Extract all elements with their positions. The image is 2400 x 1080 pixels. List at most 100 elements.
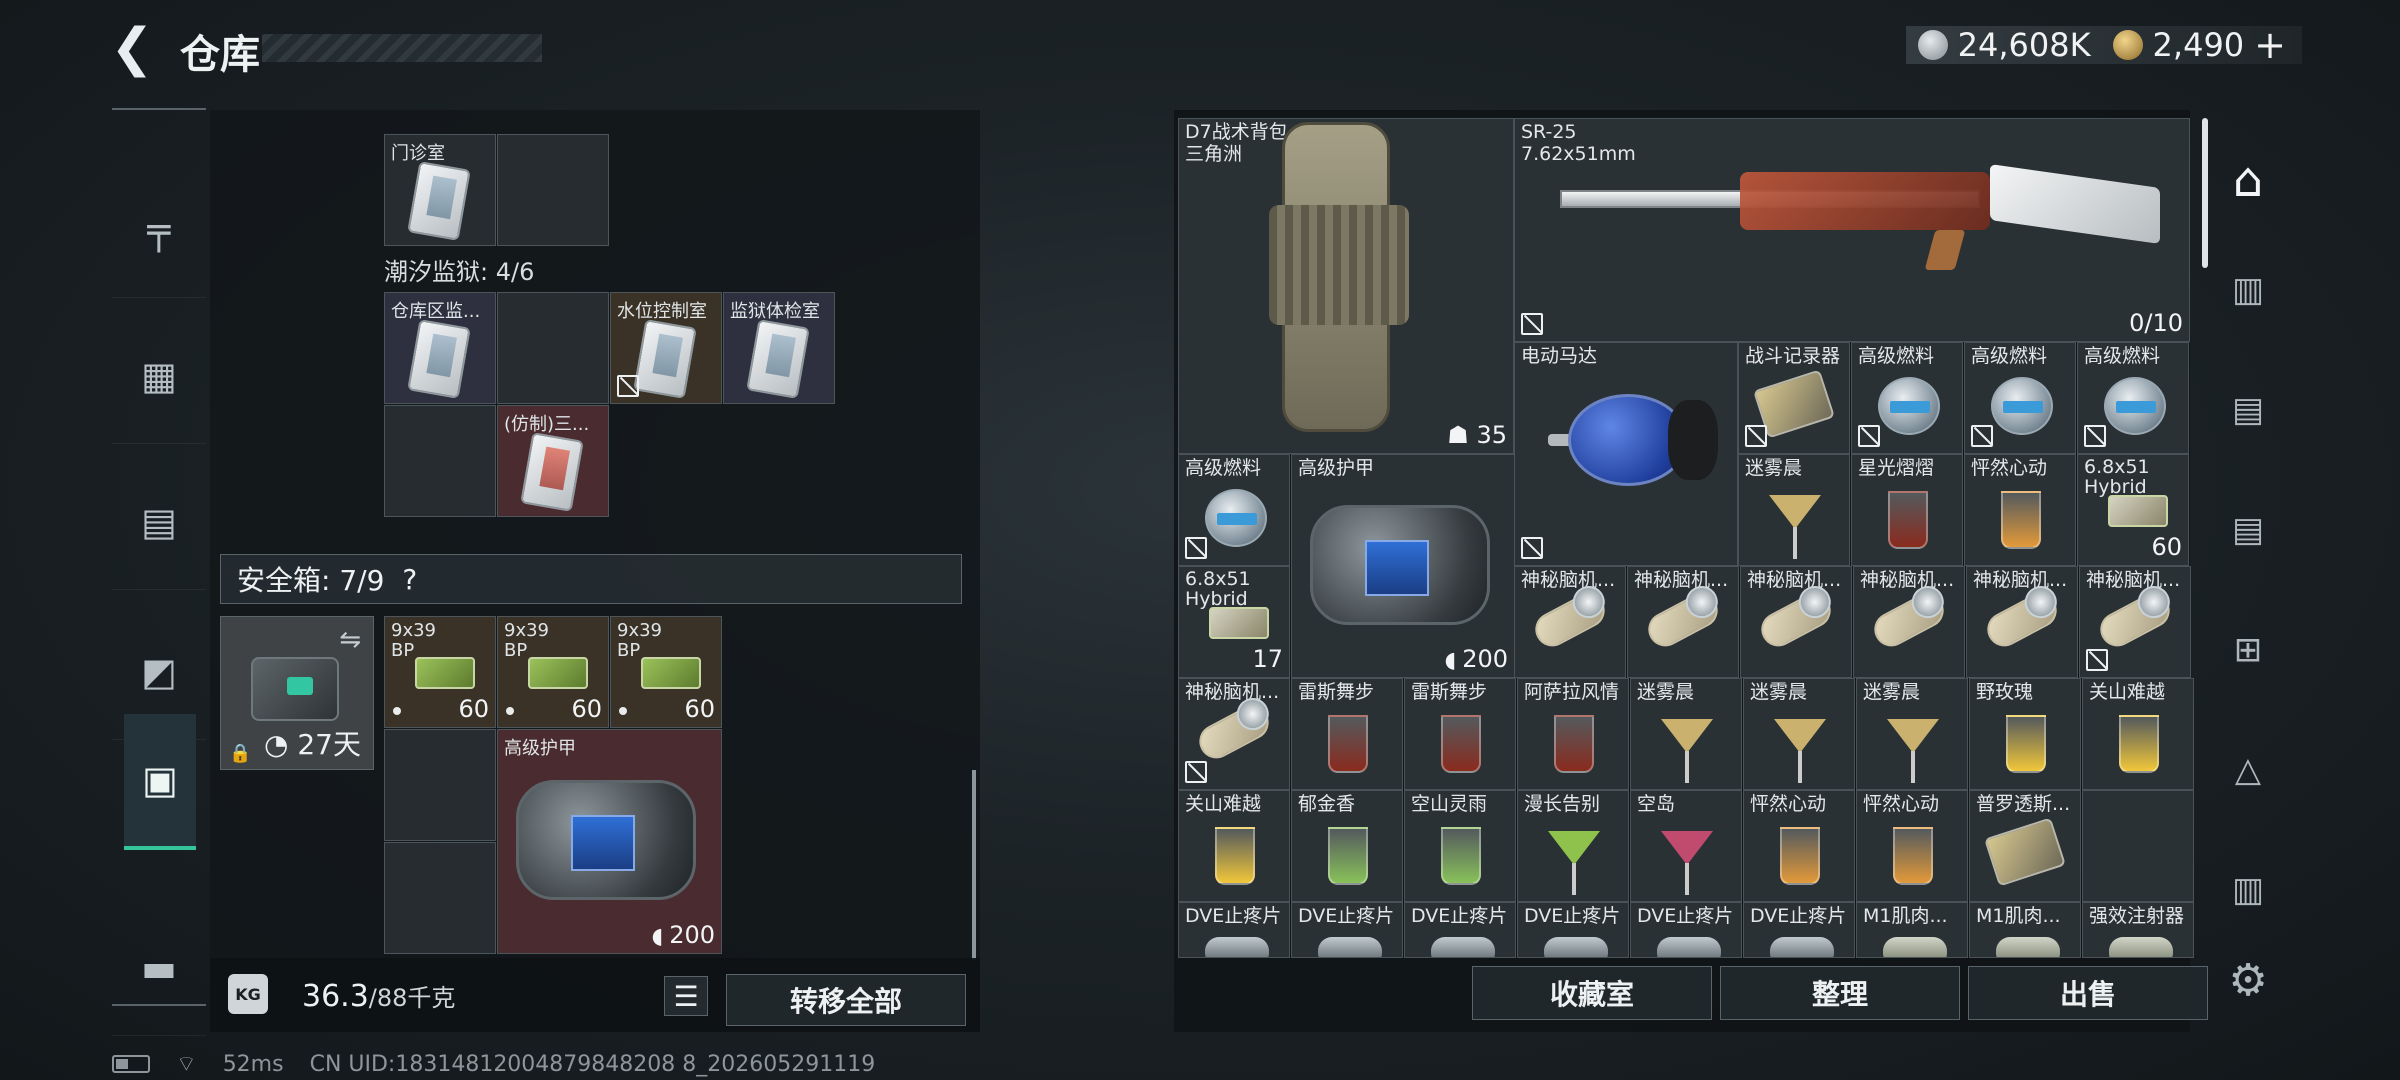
inventory-item[interactable]: 神秘脑机... bbox=[1627, 566, 1739, 678]
empty-slot[interactable] bbox=[384, 729, 496, 841]
fuel-can-icon bbox=[1991, 377, 2053, 435]
list-view-button[interactable]: ☰ bbox=[664, 976, 708, 1016]
inventory-item[interactable]: 怦然心动 bbox=[1964, 454, 2076, 566]
inventory-item[interactable]: 高级燃料 bbox=[1964, 342, 2076, 454]
nav-backpack[interactable]: ▤ bbox=[112, 454, 206, 590]
keycard-name: 仓库区监... bbox=[391, 301, 481, 322]
inventory-item[interactable]: 怦然心动 bbox=[1743, 790, 1855, 902]
left-category-nav: ╤ ▦ ▤ ◩ ▣ ▬ bbox=[112, 108, 206, 1036]
storage-iv-icon[interactable]: ▤ bbox=[2208, 360, 2288, 460]
sell-button[interactable]: 出售 bbox=[1968, 966, 2208, 1020]
storage-iv-icon-2[interactable]: ▤ bbox=[2208, 480, 2288, 580]
inventory-item[interactable]: 神秘脑机... bbox=[1966, 566, 2078, 678]
empty-slot[interactable] bbox=[497, 292, 609, 404]
currency-silver[interactable]: 24,608K bbox=[1917, 26, 2091, 64]
inventory-item[interactable]: 漫长告别 bbox=[1517, 790, 1629, 902]
inventory-item[interactable]: 阿萨拉风情 bbox=[1517, 678, 1629, 790]
inventory-item[interactable]: 神秘脑机... bbox=[1514, 566, 1626, 678]
inventory-item[interactable]: DVE止疼片 bbox=[1291, 902, 1403, 958]
backpack-sub-text: 三角洲 bbox=[1185, 143, 1243, 165]
inventory-item[interactable]: 空山灵雨 bbox=[1404, 790, 1516, 902]
inventory-item[interactable]: 雷斯舞步 bbox=[1404, 678, 1516, 790]
inventory-item[interactable]: 神秘脑机... bbox=[1740, 566, 1852, 678]
home-base-icon[interactable]: ⌂ bbox=[2208, 130, 2288, 230]
nav-weapons[interactable]: ╤ bbox=[112, 162, 206, 298]
fuel-can-icon bbox=[2104, 377, 2166, 435]
item-name: 高级燃料 bbox=[2084, 345, 2161, 367]
inventory-item[interactable]: 6.8x51 Hybrid 17 bbox=[1178, 566, 1290, 678]
keycard-slot[interactable]: 门诊室 bbox=[384, 134, 496, 246]
inventory-item[interactable]: 神秘脑机... bbox=[2079, 566, 2191, 678]
keycard-slot[interactable]: 水位控制室 bbox=[610, 292, 722, 404]
inventory-item[interactable]: 迷雾晨 bbox=[1738, 454, 1850, 566]
left-scrollbar[interactable] bbox=[972, 770, 976, 960]
keycard-slot[interactable]: 仓库区监... bbox=[384, 292, 496, 404]
inventory-item[interactable]: 怦然心动 bbox=[1856, 790, 1968, 902]
inventory-item[interactable]: 高级燃料 bbox=[2077, 342, 2189, 454]
inventory-item[interactable]: DVE止疼片 bbox=[1517, 902, 1629, 958]
armor-item[interactable]: 高级护甲 ◖ 200 bbox=[1291, 454, 1515, 678]
currency-bar: 24,608K 2,490 + bbox=[1905, 23, 2302, 67]
keycard-slot[interactable]: (仿制)三... bbox=[497, 405, 609, 517]
inventory-item[interactable]: 迷雾晨 bbox=[1856, 678, 1968, 790]
inventory-item[interactable]: 星光熠熠 bbox=[1851, 454, 1963, 566]
inventory-item[interactable]: 郁金香 bbox=[1291, 790, 1403, 902]
ammo-slot[interactable]: 9x39 BP 60 bbox=[384, 616, 496, 728]
empty-slot[interactable] bbox=[384, 842, 496, 954]
inventory-item[interactable]: DVE止疼片 bbox=[1404, 902, 1516, 958]
inventory-item[interactable]: 普罗透斯... bbox=[1969, 790, 2081, 902]
storage-iv-triangle-icon[interactable]: △ bbox=[2208, 720, 2288, 820]
storage-v-icon-2[interactable]: ▥ bbox=[2208, 840, 2288, 940]
empty-slot[interactable] bbox=[2082, 790, 2194, 902]
inventory-item[interactable]: M1肌肉... bbox=[1969, 902, 2081, 958]
swap-icon[interactable]: ⇋ bbox=[339, 625, 361, 655]
inventory-item[interactable]: 战斗记录器 bbox=[1738, 342, 1850, 454]
inventory-item[interactable]: 6.8x51 Hybrid 60 bbox=[2077, 454, 2189, 566]
help-button[interactable]: ? bbox=[402, 563, 417, 596]
empty-slot[interactable] bbox=[497, 134, 609, 246]
inventory-item[interactable]: 空岛 bbox=[1630, 790, 1742, 902]
inventory-item[interactable]: DVE止疼片 bbox=[1630, 902, 1742, 958]
inventory-item[interactable]: 高级燃料 bbox=[1851, 342, 1963, 454]
nav-toolbox[interactable]: ▬ bbox=[112, 900, 206, 1036]
inventory-item[interactable]: 迷雾晨 bbox=[1743, 678, 1855, 790]
nav-safebox[interactable]: ▣ bbox=[124, 714, 196, 850]
back-arrow-icon[interactable]: ❮ bbox=[108, 18, 156, 78]
inventory-item[interactable]: 强效注射器 bbox=[2082, 902, 2194, 958]
item-count: 60 bbox=[2151, 533, 2182, 561]
ammo-slot[interactable]: 9x39 BP 60 bbox=[497, 616, 609, 728]
item-name: 神秘脑机... bbox=[1747, 569, 1842, 591]
inventory-item[interactable]: 神秘脑机... bbox=[1178, 678, 1290, 790]
inventory-item[interactable]: 神秘脑机... bbox=[1853, 566, 1965, 678]
item-name: 迷雾晨 bbox=[1863, 681, 1921, 703]
add-currency-button[interactable]: + bbox=[2254, 23, 2286, 67]
inventory-item[interactable]: M1肌肉... bbox=[1856, 902, 1968, 958]
page-title: 仓库 bbox=[180, 32, 260, 78]
nav-armor[interactable]: ▦ bbox=[112, 308, 206, 444]
pill-icon bbox=[1205, 937, 1269, 957]
safe-box-item[interactable]: ⇋ 🔒 ◔ 27天 bbox=[220, 616, 374, 770]
inventory-item[interactable]: 野玫瑰 bbox=[1969, 678, 2081, 790]
inventory-item[interactable]: 雷斯舞步 bbox=[1291, 678, 1403, 790]
inventory-item[interactable]: 关山难越 bbox=[2082, 678, 2194, 790]
storage-iv-plus-icon[interactable]: ⊞ bbox=[2208, 600, 2288, 700]
keycard-icon bbox=[407, 161, 471, 241]
empty-slot[interactable] bbox=[384, 405, 496, 517]
collection-room-button[interactable]: 收藏室 bbox=[1472, 966, 1712, 1020]
transfer-all-button[interactable]: 转移全部 bbox=[726, 974, 966, 1026]
inventory-item[interactable]: DVE止疼片 bbox=[1178, 902, 1290, 958]
keycard-slot[interactable]: 监狱体检室 bbox=[723, 292, 835, 404]
settings-gear-icon[interactable]: ⚙ bbox=[2208, 930, 2288, 1030]
currency-gold[interactable]: 2,490 + bbox=[2112, 23, 2286, 67]
cocktail-icon bbox=[1441, 827, 1481, 885]
inventory-item[interactable]: 迷雾晨 bbox=[1630, 678, 1742, 790]
sort-button[interactable]: 整理 bbox=[1720, 966, 1960, 1020]
ammo-slot[interactable]: 9x39 BP 60 bbox=[610, 616, 722, 728]
inventory-item[interactable]: 高级燃料 bbox=[1178, 454, 1290, 566]
inventory-item[interactable]: 关山难越 bbox=[1178, 790, 1290, 902]
item-name: 6.8x51 Hybrid bbox=[1185, 569, 1251, 609]
armor-slot[interactable]: 高级护甲 ◖ 200 bbox=[497, 729, 722, 954]
inventory-item[interactable]: DVE止疼片 bbox=[1743, 902, 1855, 958]
storage-v-icon[interactable]: ▥ bbox=[2208, 240, 2288, 340]
fuel-can-icon bbox=[1878, 377, 1940, 435]
